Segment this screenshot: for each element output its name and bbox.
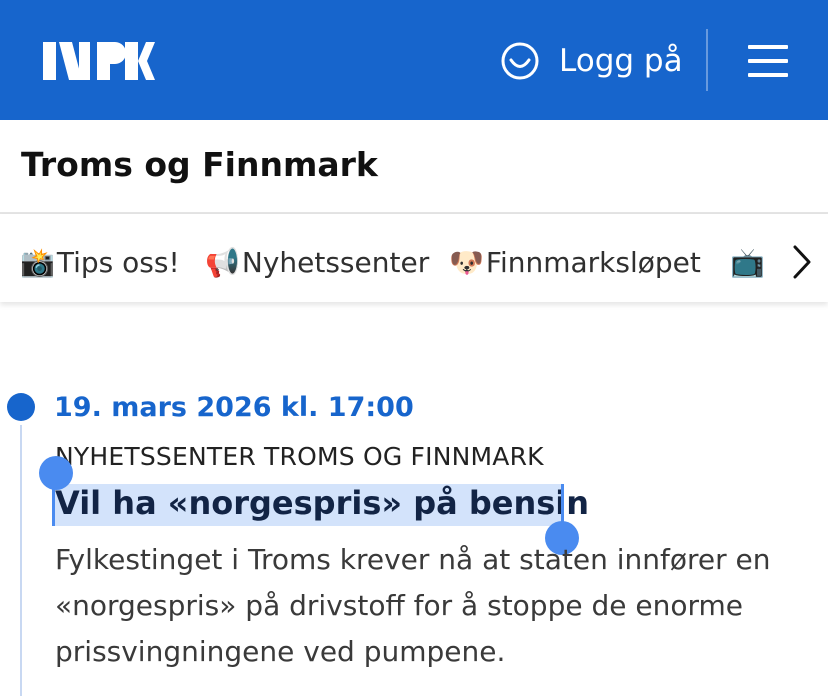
article-date: 19. mars 2026 kl. 17:00 [54, 392, 414, 423]
chip-label: Nyhetssenter [241, 245, 430, 279]
login-label: Logg på [559, 43, 683, 79]
megaphone-icon: 📢 [205, 245, 240, 279]
timeline-dot [7, 393, 35, 421]
chip-label: Tips oss! [56, 245, 180, 279]
timeline-line [20, 425, 22, 696]
article-headline[interactable]: Vil ha «norgespris» på bensin [55, 484, 589, 522]
selection-caret-end [561, 484, 564, 526]
region-title[interactable]: Troms og Finnmark [21, 145, 378, 184]
chip-tv[interactable]: 📺 [730, 242, 767, 282]
chip-tips-oss[interactable]: 📸 Tips oss! [20, 242, 180, 282]
chip-nyhetssenter[interactable]: 📢 Nyhetssenter [205, 242, 429, 282]
user-smile-icon [501, 42, 539, 80]
chevron-right-icon[interactable] [776, 232, 828, 292]
article-kicker: NYHETSSENTER TROMS OG FINNMARK [55, 442, 544, 471]
television-icon: 📺 [730, 245, 765, 279]
camera-flash-icon: 📸 [20, 245, 55, 279]
selection-caret-start [52, 484, 55, 526]
chip-finnmarkslopet[interactable]: 🐶 Finnmarksløpet [449, 242, 701, 282]
top-bar: Logg på [0, 0, 828, 120]
header-divider [706, 29, 708, 91]
login-button[interactable]: Logg på [500, 40, 683, 82]
dog-face-icon: 🐶 [449, 245, 484, 279]
chip-label: Finnmarksløpet [485, 245, 701, 279]
hamburger-menu-icon[interactable] [748, 45, 788, 77]
article-lead: Fylkestinget i Troms krever nå at staten… [55, 543, 771, 668]
nrk-logo[interactable] [43, 42, 155, 84]
selection-handle-start[interactable] [39, 456, 73, 490]
